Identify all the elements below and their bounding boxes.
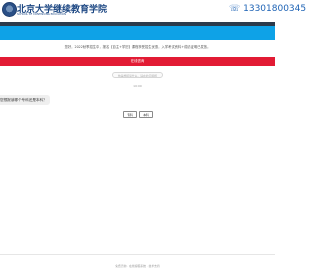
chat-search-input[interactable]: 你是想报读什么，请在此问答框 (112, 72, 163, 78)
logo-subtitle: SCHOOL OF CONTINUING EDUCATION (17, 13, 66, 16)
footer-divider (0, 254, 275, 255)
message-timestamp: 10:00 (133, 84, 142, 88)
agent-message-bubble: 您想报读哪个专科还是本科？ (0, 95, 50, 105)
site-header: 北京大学继续教育学院 SCHOOL OF CONTINUING EDUCATIO… (0, 0, 306, 22)
university-emblem-icon[interactable] (2, 2, 17, 17)
nav-banner (0, 26, 275, 40)
option-button-benke[interactable]: 本科 (139, 111, 153, 118)
hotline-number[interactable]: ☏ 13301800345 (229, 4, 306, 14)
welcome-notice: 您好，2022秋季招生中，报名【自主+学历】课程享受招生优惠，入学考试资料+成绩… (64, 45, 211, 49)
option-button-zhuanke[interactable]: 专科 (123, 111, 137, 118)
footer-text: 免费咨询 · 在线客服系统 · 技术支持 (115, 264, 160, 268)
chat-title-bar: 在线咨询 (0, 57, 275, 66)
